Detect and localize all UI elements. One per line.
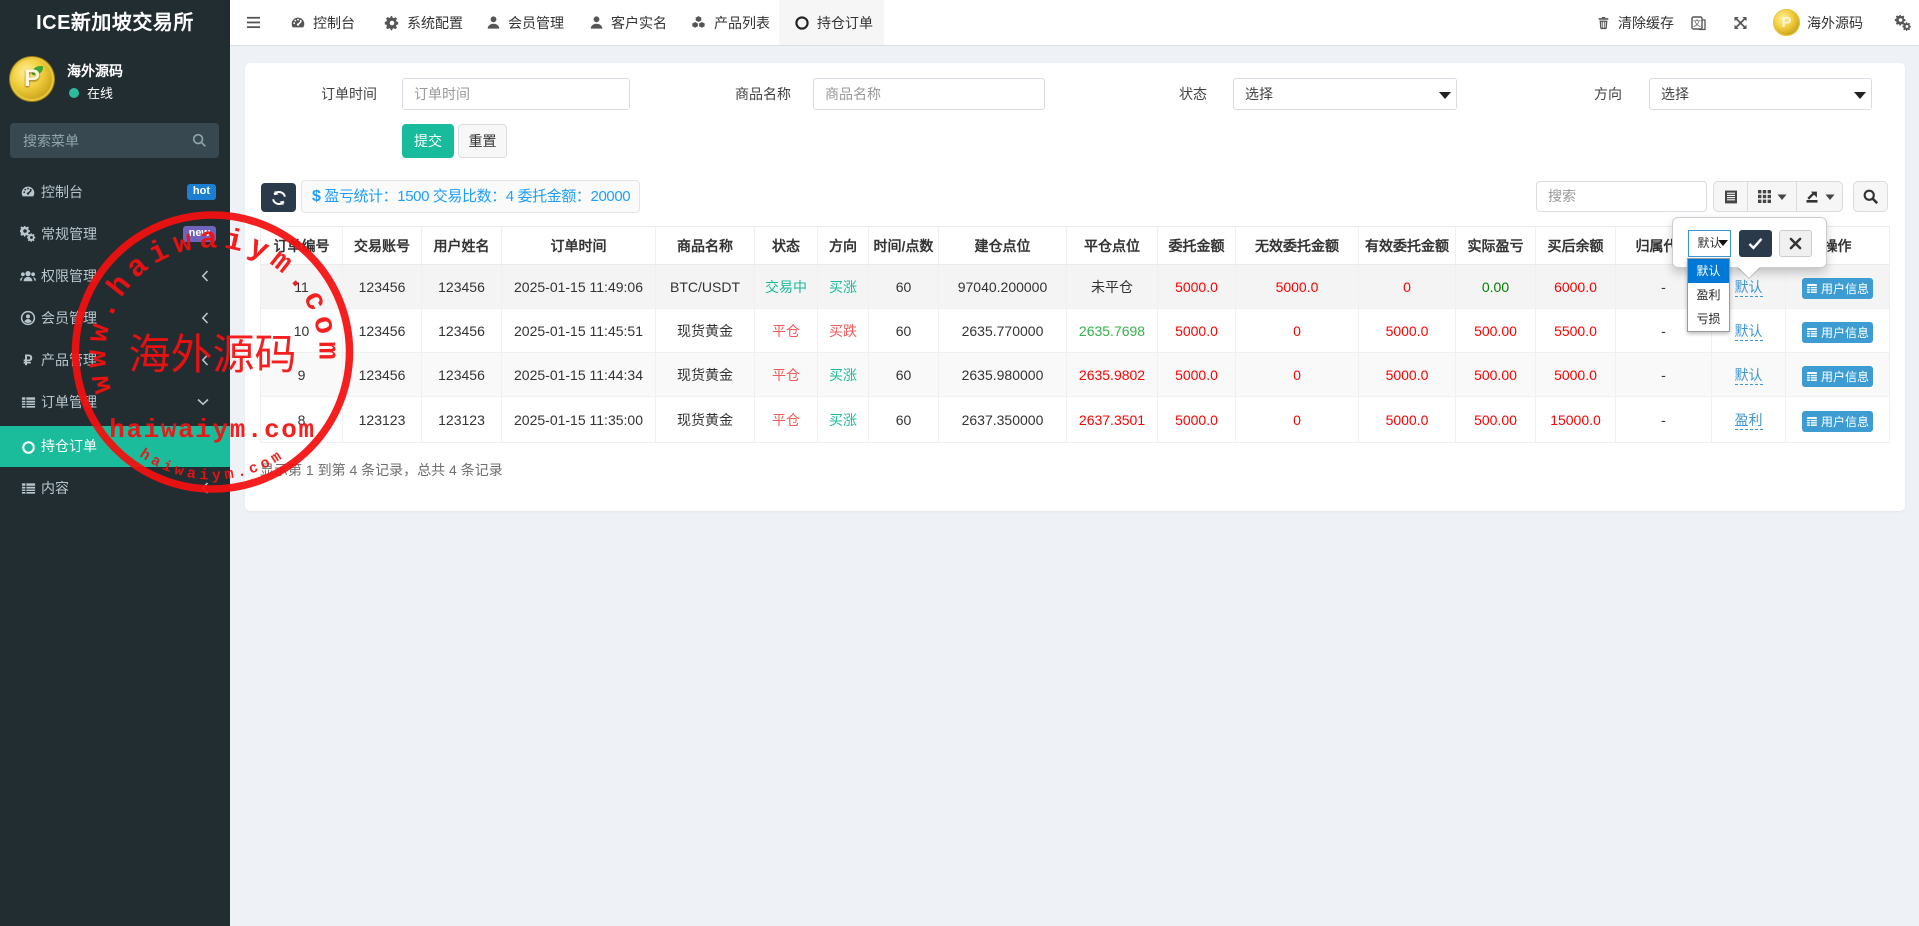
svg-text:文: 文 [1693,18,1701,28]
svg-text:₽: ₽ [24,352,33,368]
